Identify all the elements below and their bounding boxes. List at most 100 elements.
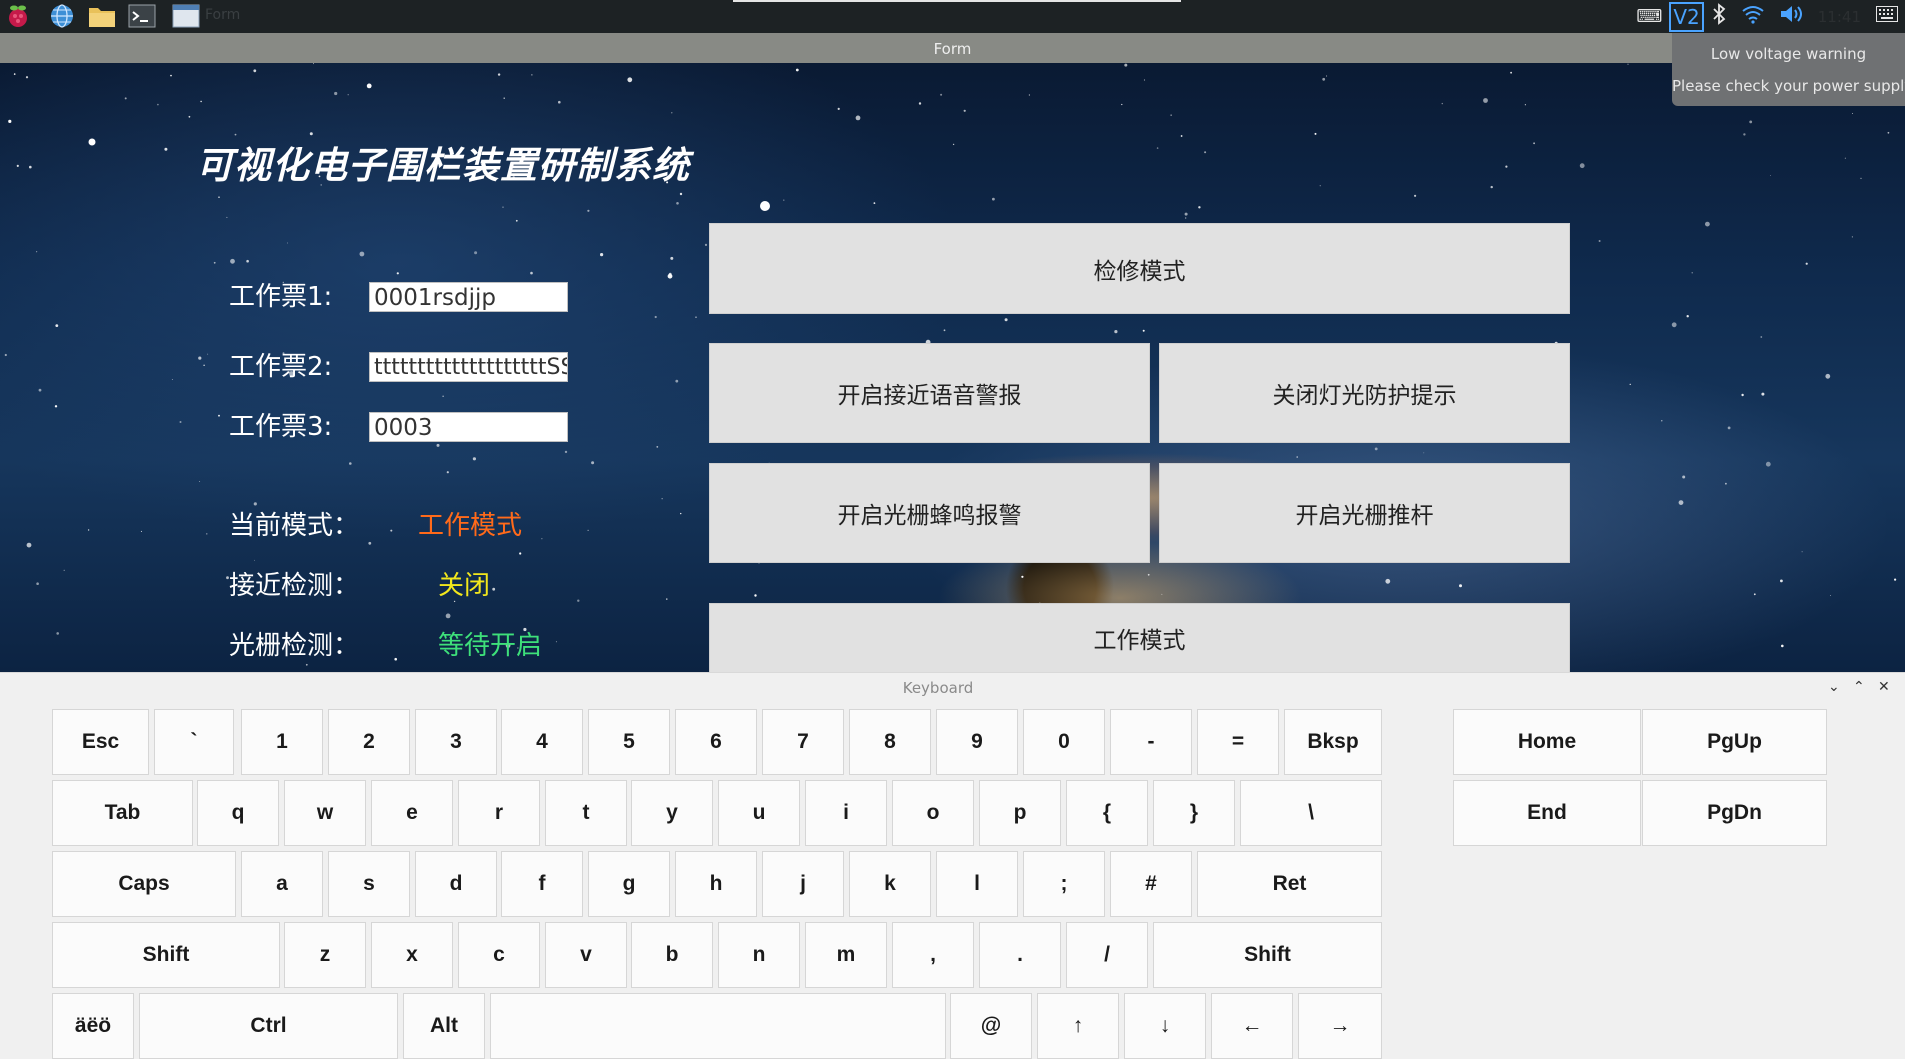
key-semicolon[interactable]: ; [1023,851,1105,917]
key-caps[interactable]: Caps [52,851,236,917]
window-icon[interactable] [172,3,200,29]
key-6[interactable]: 6 [675,709,757,775]
wifi-icon[interactable] [1741,4,1765,29]
light-protection-button[interactable]: 关闭灯光防护提示 [1159,343,1570,443]
key-backtick[interactable]: ` [154,709,234,775]
key-space[interactable] [490,993,946,1059]
key-x[interactable]: x [371,922,453,988]
virtual-keyboard-icon[interactable] [1876,6,1898,27]
key-m[interactable]: m [805,922,887,988]
key-4[interactable]: 4 [501,709,583,775]
buzzer-alarm-button[interactable]: 开启光栅蜂鸣报警 [709,463,1150,563]
key-q[interactable]: q [197,780,279,846]
key-tab[interactable]: Tab [52,780,193,846]
key-p[interactable]: p [979,780,1061,846]
key-home[interactable]: Home [1453,709,1641,775]
key-slash[interactable]: / [1066,922,1148,988]
maximize-icon[interactable]: ⌃ [1853,679,1865,695]
key-ret[interactable]: Ret [1197,851,1382,917]
vnc-icon[interactable]: V2 [1669,1,1704,32]
key-o[interactable]: o [892,780,974,846]
key-k[interactable]: k [849,851,931,917]
voice-alarm-button[interactable]: 开启接近语音警报 [709,343,1150,443]
key-minus[interactable]: - [1110,709,1192,775]
key-up-arrow[interactable]: ↑ [1037,993,1119,1059]
key-h[interactable]: h [675,851,757,917]
key-f[interactable]: f [501,851,583,917]
low-voltage-notification[interactable]: Low voltage warning Please check your po… [1672,33,1905,106]
volume-icon[interactable] [1779,4,1805,29]
clock[interactable]: 11:41 [1818,8,1861,26]
key-8[interactable]: 8 [849,709,931,775]
key-e[interactable]: e [371,780,453,846]
key-d[interactable]: d [415,851,497,917]
key-left-shift[interactable]: Shift [52,922,280,988]
onscreen-keyboard: Keyboard ⌄ ⌃ ✕ Esc ` 1 2 3 4 5 6 7 8 9 0- = Bksp Tab q w… [0,672,1905,1059]
key-equals[interactable]: = [1197,709,1279,775]
key-down-arrow[interactable]: ↓ [1124,993,1206,1059]
key-w[interactable]: w [284,780,366,846]
key-z[interactable]: z [284,922,366,988]
raspberry-menu-icon[interactable] [4,3,32,29]
key-hash[interactable]: # [1110,851,1192,917]
key-left-arrow[interactable]: ← [1211,993,1293,1059]
ticket2-input[interactable]: ttttttttttttttttttttSS [369,352,568,382]
key-9[interactable]: 9 [936,709,1018,775]
key-pgdn[interactable]: PgDn [1642,780,1827,846]
key-j[interactable]: j [762,851,844,917]
window-title: Form [933,40,972,58]
ticket2-label: 工作票2: [229,352,333,382]
key-comma[interactable]: , [892,922,974,988]
terminal-icon[interactable] [128,3,156,29]
window-titlebar[interactable]: Form [0,33,1905,63]
key-i[interactable]: i [805,780,887,846]
ticket1-input[interactable]: 0001rsdjjp [369,282,568,312]
key-ctrl[interactable]: Ctrl [139,993,398,1059]
key-esc[interactable]: Esc [52,709,149,775]
key-backslash[interactable]: \ [1240,780,1382,846]
keyboard-tray-icon[interactable]: ⌨ [1636,6,1662,27]
key-g[interactable]: g [588,851,670,917]
key-pgup[interactable]: PgUp [1642,709,1827,775]
key-0[interactable]: 0 [1023,709,1105,775]
minimize-icon[interactable]: ⌄ [1828,679,1840,695]
close-icon[interactable]: ✕ [1878,679,1890,695]
key-y[interactable]: y [631,780,713,846]
maintenance-mode-button[interactable]: 检修模式 [709,223,1570,314]
key-7[interactable]: 7 [762,709,844,775]
key-v[interactable]: v [545,922,627,988]
key-right-brace[interactable]: } [1153,780,1235,846]
key-1[interactable]: 1 [241,709,323,775]
work-mode-button[interactable]: 工作模式 [709,603,1570,672]
key-period[interactable]: . [979,922,1061,988]
file-manager-icon[interactable] [88,3,116,29]
key-u[interactable]: u [718,780,800,846]
key-2[interactable]: 2 [328,709,410,775]
key-s[interactable]: s [328,851,410,917]
web-browser-icon[interactable] [48,3,76,29]
proximity-detection-label: 接近检测： [229,571,360,601]
key-end[interactable]: End [1453,780,1641,846]
key-n[interactable]: n [718,922,800,988]
ticket3-input[interactable]: 0003 [369,412,568,442]
key-right-shift[interactable]: Shift [1153,922,1382,988]
key-t[interactable]: t [545,780,627,846]
proximity-detection-value: 关闭 [438,571,491,601]
key-left-brace[interactable]: { [1066,780,1148,846]
key-l[interactable]: l [936,851,1018,917]
key-bksp[interactable]: Bksp [1284,709,1382,775]
key-3[interactable]: 3 [415,709,497,775]
key-5[interactable]: 5 [588,709,670,775]
taskbar-window-label[interactable]: Form [205,7,240,23]
key-c[interactable]: c [458,922,540,988]
key-b[interactable]: b [631,922,713,988]
key-right-arrow[interactable]: → [1298,993,1382,1059]
key-umlaut[interactable]: äëö [52,993,134,1059]
current-mode-label: 当前模式： [229,511,360,541]
key-alt[interactable]: Alt [403,993,485,1059]
push-rod-button[interactable]: 开启光栅推杆 [1159,463,1570,563]
key-a[interactable]: a [241,851,323,917]
key-r[interactable]: r [458,780,540,846]
key-at[interactable]: @ [950,993,1032,1059]
bluetooth-icon[interactable] [1711,3,1727,30]
